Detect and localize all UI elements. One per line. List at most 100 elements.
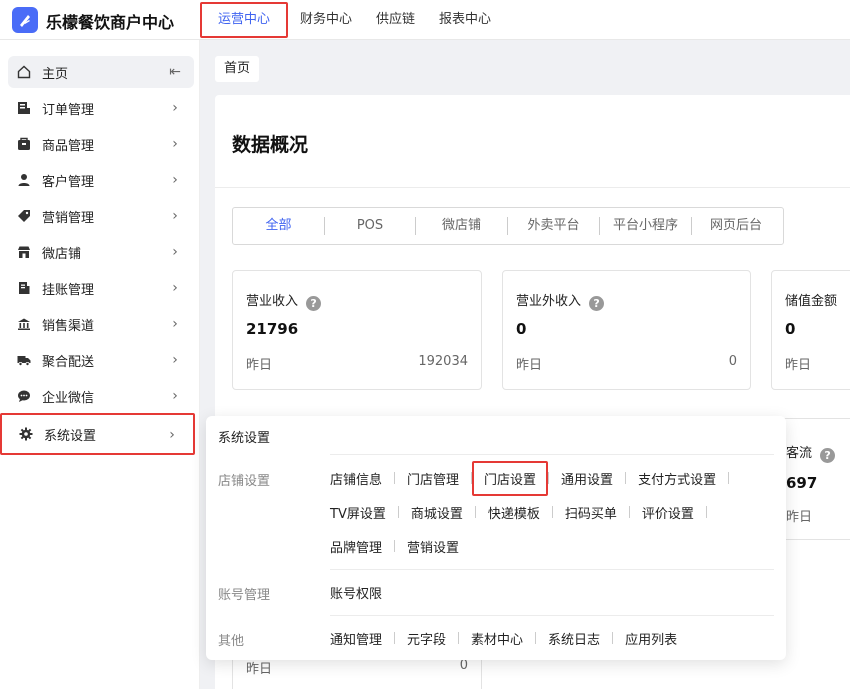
- divider: [330, 454, 774, 455]
- sidebar-item-wecom[interactable]: 企业微信 ›: [8, 380, 194, 412]
- menu-item-store-management[interactable]: 门店管理: [407, 469, 459, 488]
- sidebar: 主页 ⇤ 订单管理 › 商品管理 › 客户管理 › 营销管理 › 微店铺 › 挂…: [0, 40, 200, 689]
- page-title: 数据概况: [232, 134, 309, 156]
- menu-item-account-permissions[interactable]: 账号权限: [330, 583, 382, 602]
- tab-pos[interactable]: POS: [325, 216, 415, 236]
- sidebar-item-delivery[interactable]: 聚合配送 ›: [8, 344, 194, 376]
- sidebar-item-label: 系统设置: [44, 428, 97, 444]
- help-icon[interactable]: ?: [589, 296, 605, 311]
- topnav-supply-chain[interactable]: 供应链: [364, 0, 427, 40]
- menu-group-other: 其他: [218, 634, 245, 649]
- topnav-finance[interactable]: 财务中心: [288, 0, 364, 40]
- sidebar-item-label: 聚合配送: [42, 354, 95, 370]
- chevron-right-icon: ›: [172, 352, 178, 368]
- channel-tabs: 全部 POS 微店铺 外卖平台 平台小程序 网页后台: [232, 207, 784, 245]
- help-icon[interactable]: ?: [306, 296, 322, 311]
- menu-item-store-info[interactable]: 店铺信息: [330, 469, 382, 488]
- chevron-right-icon: ›: [172, 316, 178, 332]
- separator: [394, 540, 396, 552]
- card-value: 21796: [246, 320, 299, 338]
- card-foot-label: 昨日: [246, 662, 273, 677]
- sidebar-item-label: 客户管理: [42, 174, 95, 190]
- chevron-right-icon: ›: [172, 136, 178, 152]
- card-foot-label: 昨日: [785, 358, 812, 373]
- card-label: 客流?: [786, 442, 836, 463]
- sidebar-item-system-settings[interactable]: 系统设置 ›: [0, 413, 195, 455]
- sidebar-item-label: 营销管理: [42, 210, 95, 226]
- tab-takeout-platform[interactable]: 外卖平台: [508, 216, 599, 236]
- separator: [535, 632, 537, 644]
- chevron-right-icon: ›: [172, 172, 178, 188]
- gear-icon: [18, 426, 34, 442]
- stat-card-non-operating-income: 营业外收入? 0 昨日 0: [502, 270, 751, 390]
- sidebar-item-label: 主页: [42, 66, 69, 82]
- menu-group-store: 店铺设置: [218, 474, 271, 489]
- stat-card-stored-value: 储值金额 0 昨日: [771, 270, 850, 390]
- sidebar-item-label: 企业微信: [42, 390, 95, 406]
- menu-item-marketing-settings[interactable]: 营销设置: [407, 537, 459, 556]
- tab-mini-program[interactable]: 平台小程序: [600, 216, 691, 236]
- sidebar-item-label: 商品管理: [42, 138, 95, 154]
- sidebar-item-label: 销售渠道: [42, 318, 95, 334]
- menu-item-meta-fields[interactable]: 元字段: [407, 629, 446, 648]
- sidebar-item-orders[interactable]: 订单管理 ›: [8, 92, 194, 124]
- menu-item-store-settings[interactable]: 门店设置: [472, 460, 549, 496]
- topnav-operations[interactable]: 运营中心: [200, 2, 289, 38]
- sidebar-item-sales-channels[interactable]: 销售渠道 ›: [8, 308, 194, 340]
- tag-icon: [16, 208, 32, 224]
- topnav-reports[interactable]: 报表中心: [427, 0, 503, 40]
- separator: [397, 506, 399, 518]
- menu-row: 通知管理 元字段 素材中心 系统日志 应用列表: [330, 628, 677, 648]
- divider: [330, 569, 774, 570]
- logo-icon[interactable]: [12, 7, 38, 33]
- app-title: 乐檬餐饮商户中心: [46, 13, 175, 32]
- sidebar-item-customers[interactable]: 客户管理 ›: [8, 164, 194, 196]
- collapse-sidebar-icon[interactable]: ⇤: [168, 64, 182, 80]
- menu-item-tv-screen-settings[interactable]: TV屏设置: [330, 503, 386, 522]
- menu-row: 店铺信息 门店管理 门店设置 通用设置 支付方式设置: [330, 460, 741, 496]
- tab-web-backend[interactable]: 网页后台: [692, 216, 780, 236]
- card-label: 营业收入?: [246, 290, 322, 311]
- separator: [628, 506, 630, 518]
- menu-item-general-settings[interactable]: 通用设置: [561, 469, 613, 488]
- help-icon[interactable]: ?: [820, 448, 836, 463]
- menu-row: 账号权限: [330, 582, 382, 602]
- menu-item-brand-management[interactable]: 品牌管理: [330, 537, 382, 556]
- card-value: 0: [785, 320, 796, 338]
- menu-group-account: 账号管理: [218, 588, 271, 603]
- sidebar-item-micro-shop[interactable]: 微店铺 ›: [8, 236, 194, 268]
- sidebar-item-products[interactable]: 商品管理 ›: [8, 128, 194, 160]
- tab-all[interactable]: 全部: [233, 216, 324, 236]
- card-foot-label: 昨日: [786, 510, 813, 525]
- chevron-right-icon: ›: [172, 208, 178, 224]
- separator: [625, 472, 627, 484]
- top-nav: 运营中心 财务中心 供应链 报表中心: [200, 0, 503, 40]
- menu-item-system-log[interactable]: 系统日志: [548, 629, 600, 648]
- card-foot-value: 192034: [418, 354, 468, 369]
- menu-item-review-settings[interactable]: 评价设置: [642, 503, 694, 522]
- tab-micro-shop[interactable]: 微店铺: [416, 216, 507, 236]
- bank-icon: [16, 316, 32, 332]
- stat-card-revenue: 营业收入? 21796 昨日 192034: [232, 270, 482, 390]
- menu-item-notification-management[interactable]: 通知管理: [330, 629, 382, 648]
- menu-item-material-center[interactable]: 素材中心: [471, 629, 523, 648]
- top-bar: 乐檬餐饮商户中心 运营中心 财务中心 供应链 报表中心: [0, 0, 850, 40]
- menu-item-scan-to-pay[interactable]: 扫码买单: [565, 503, 617, 522]
- order-icon: [16, 100, 32, 116]
- menu-item-mall-settings[interactable]: 商城设置: [411, 503, 463, 522]
- chevron-right-icon: ›: [169, 427, 175, 443]
- separator: [612, 632, 614, 644]
- chevron-right-icon: ›: [172, 100, 178, 116]
- card-foot-label: 昨日: [516, 358, 543, 373]
- menu-item-shipping-template[interactable]: 快递模板: [488, 503, 540, 522]
- sidebar-item-home[interactable]: 主页 ⇤: [8, 56, 194, 88]
- sidebar-item-marketing[interactable]: 营销管理 ›: [8, 200, 194, 232]
- menu-item-app-list[interactable]: 应用列表: [625, 629, 677, 648]
- breadcrumb-home[interactable]: 首页: [215, 56, 260, 82]
- truck-icon: [16, 352, 32, 368]
- card-value: 697: [786, 474, 818, 492]
- home-icon: [16, 64, 32, 80]
- menu-item-payment-settings[interactable]: 支付方式设置: [638, 469, 716, 488]
- sidebar-item-label: 挂账管理: [42, 282, 95, 298]
- sidebar-item-credit[interactable]: 挂账管理 ›: [8, 272, 194, 304]
